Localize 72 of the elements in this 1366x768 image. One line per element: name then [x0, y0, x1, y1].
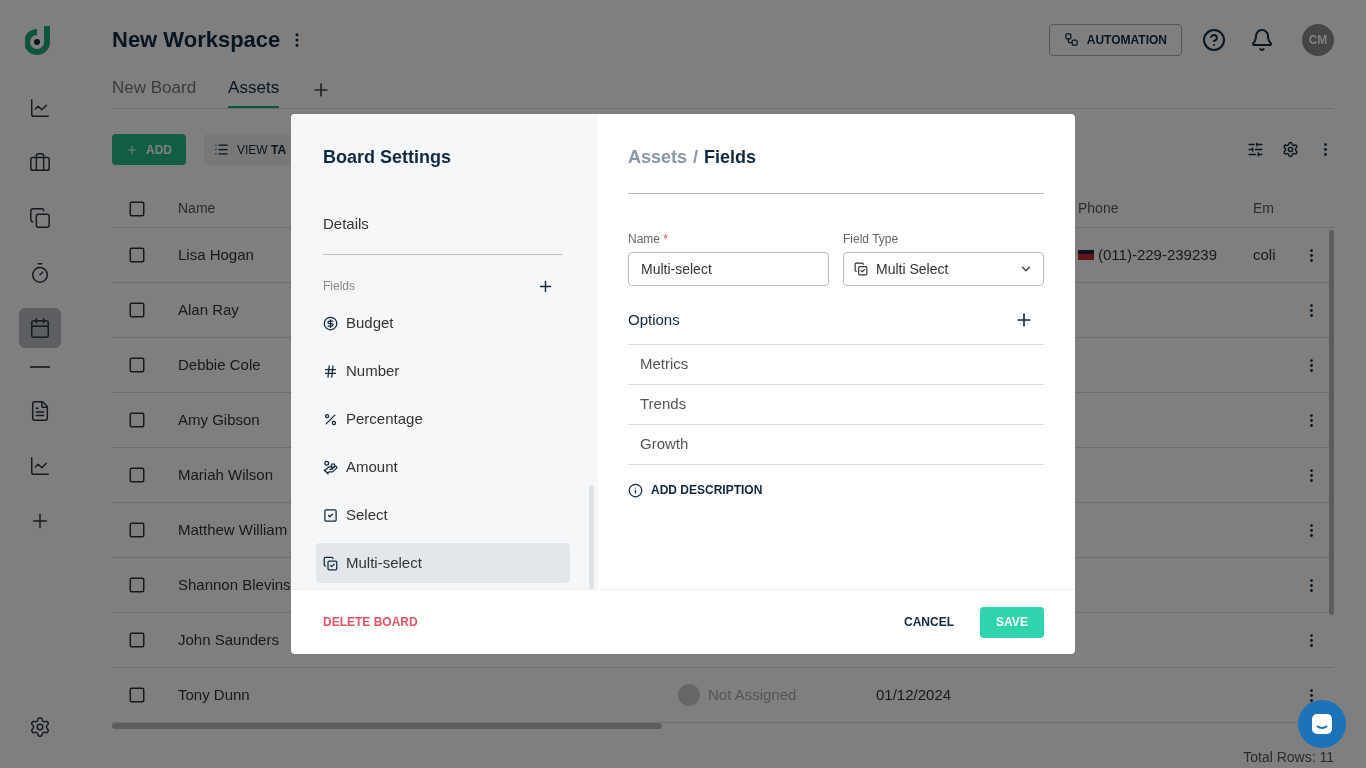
name-input[interactable]: Multi-select: [628, 252, 829, 286]
dialog-title: Board Settings: [323, 146, 452, 169]
checkbox[interactable]: [128, 686, 146, 704]
column-header: Em: [1253, 199, 1274, 218]
name-cell: John Saunders: [178, 630, 279, 648]
settings-icon[interactable]: [29, 716, 51, 738]
checkbox[interactable]: [128, 411, 146, 429]
field-item[interactable]: Amount: [316, 447, 570, 487]
name-cell: Matthew William: [178, 520, 288, 538]
phone-cell-text: (011)-229-239239: [1098, 244, 1217, 265]
option-row[interactable]: Trends: [628, 385, 1044, 425]
hash-icon: [323, 363, 338, 379]
cancel-button[interactable]: CANCEL: [904, 613, 954, 631]
name-cell: Mariah Wilson: [178, 465, 274, 483]
percent-icon: [323, 411, 338, 427]
automation-button[interactable]: AUTOMATION: [1048, 23, 1182, 56]
field-item[interactable]: Multi-select: [316, 543, 570, 583]
checkbox[interactable]: [128, 576, 146, 594]
column-header: Phone: [1078, 200, 1119, 216]
field-item[interactable]: Budget: [316, 303, 570, 343]
multi-check-icon: [323, 555, 338, 571]
name-cell: Amy Gibson: [178, 410, 260, 428]
info-icon: [628, 482, 643, 498]
name-cell: Shannon Blevins: [178, 575, 291, 593]
checkbox[interactable]: [128, 301, 146, 319]
field-label: Field Type: [843, 231, 900, 248]
checkbox[interactable]: [128, 356, 146, 374]
column-header: Name: [178, 200, 216, 216]
list-icon: [214, 142, 229, 157]
chat-icon: [1311, 713, 1333, 735]
checkbox[interactable]: [128, 199, 146, 218]
dollar-icon: [323, 315, 338, 331]
settings-icon[interactable]: [1282, 141, 1299, 158]
option-row[interactable]: Growth: [628, 425, 1044, 465]
workspace-title: New Workspace: [112, 26, 281, 54]
name-cell: Debbie Cole: [178, 355, 261, 373]
checkbox[interactable]: [128, 631, 146, 649]
field-item[interactable]: Select: [316, 495, 570, 535]
bell-icon[interactable]: [1250, 27, 1274, 52]
total-rows: Total Rows: 11: [1243, 747, 1334, 768]
view-table-button[interactable]: VIEW TA: [204, 134, 291, 165]
coins-hand-icon: [323, 459, 338, 475]
flag-icon: [1078, 250, 1094, 260]
field-label: Name *: [628, 231, 670, 248]
multi-check-icon: [854, 262, 868, 276]
options-label: Options: [628, 309, 680, 330]
checkbox-icon: [323, 507, 338, 523]
calendar-icon[interactable]: [19, 308, 61, 348]
field-item[interactable]: Percentage: [316, 399, 570, 439]
field-item[interactable]: Number: [316, 351, 570, 391]
name-cell: Alan Ray: [178, 300, 239, 318]
checkbox[interactable]: [128, 521, 146, 539]
delete-board-button[interactable]: DELETE BOARD: [323, 613, 418, 631]
checkbox[interactable]: [128, 466, 146, 484]
option-row[interactable]: Metrics: [628, 345, 1044, 385]
details-item[interactable]: Details: [323, 213, 369, 236]
board-tab[interactable]: Assets: [228, 74, 280, 108]
help-icon[interactable]: [1202, 27, 1226, 52]
email-cell: coli: [1253, 245, 1276, 263]
plus-icon: [126, 143, 138, 156]
name-cell: Lisa Hogan: [178, 245, 254, 263]
breadcrumb-separator: /: [693, 146, 699, 169]
date-cell: 01/12/2024: [876, 685, 952, 703]
name-cell: Tony Dunn: [178, 685, 250, 703]
fields-label: Fields: [323, 278, 355, 295]
avatar-icon: [678, 684, 700, 706]
add-description-button[interactable]: ADD DESCRIPTION: [628, 481, 763, 499]
checkbox[interactable]: [128, 246, 146, 264]
workflow-icon: [1063, 32, 1079, 47]
filter-icon[interactable]: [1247, 141, 1264, 158]
breadcrumb-current: Fields: [704, 146, 757, 169]
field-type-select[interactable]: Multi Select: [843, 252, 1044, 286]
